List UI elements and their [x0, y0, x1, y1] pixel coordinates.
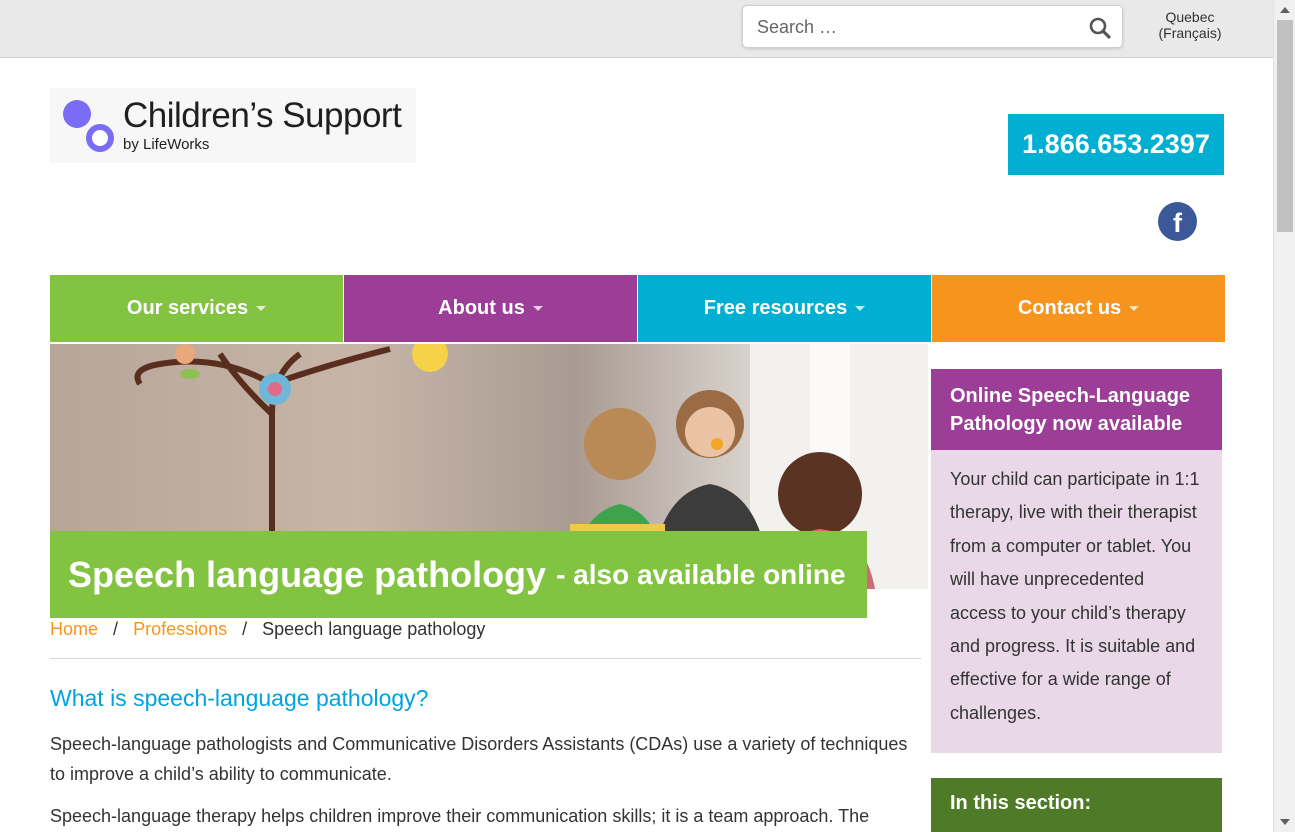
caret-down-icon: [855, 306, 866, 311]
hero-title-banner: Speech language pathology - also availab…: [50, 531, 867, 618]
nav-free-resources[interactable]: Free resources: [638, 275, 932, 342]
nav-label: Our services: [126, 297, 249, 319]
language-name: (Français): [1158, 25, 1222, 41]
scroll-up-arrow-icon[interactable]: [1280, 7, 1290, 13]
top-utility-bar: Quebec (Français): [0, 0, 1273, 58]
section-heading: What is speech-language pathology?: [50, 685, 429, 711]
facebook-icon[interactable]: f: [1158, 202, 1197, 241]
scrollbar-thumb[interactable]: [1277, 20, 1293, 232]
nav-label: About us: [438, 297, 525, 319]
logo-tagline: by LifeWorks: [123, 136, 210, 153]
breadcrumb-current: Speech language pathology: [262, 619, 486, 639]
nav-label: Free resources: [703, 297, 848, 319]
language-region: Quebec: [1165, 9, 1215, 25]
promo-body: Your child can participate in 1:1 therap…: [931, 450, 1222, 753]
caret-down-icon: [532, 306, 543, 311]
nav-label: Contact us: [1017, 297, 1122, 319]
logo-ring-icon: [86, 124, 114, 152]
breadcrumb-professions-link[interactable]: Professions: [133, 619, 227, 639]
page-title: Speech language pathology: [68, 553, 547, 595]
in-this-section-heading: In this section:: [931, 778, 1222, 832]
content-divider: [50, 658, 921, 659]
nav-contact-us[interactable]: Contact us: [932, 275, 1225, 342]
promo-title: Online Speech-Language Pathology now ava…: [931, 369, 1222, 450]
nav-our-services[interactable]: Our services: [50, 275, 344, 342]
search-icon[interactable]: [1088, 16, 1112, 40]
breadcrumb: Home / Professions / Speech language pat…: [50, 619, 485, 640]
main-navigation: Our services About us Free resources Con…: [50, 275, 1225, 342]
scroll-down-arrow-icon[interactable]: [1280, 819, 1290, 825]
nav-about-us[interactable]: About us: [344, 275, 638, 342]
breadcrumb-home-link[interactable]: Home: [50, 619, 98, 639]
page-subtitle: - also available online: [556, 558, 846, 590]
search-input[interactable]: [757, 15, 1077, 39]
logo-dot-icon: [63, 100, 91, 128]
phone-number-button[interactable]: 1.866.653.2397: [1008, 114, 1224, 175]
site-logo[interactable]: Children’s Support by LifeWorks: [50, 88, 416, 163]
search-box[interactable]: [742, 5, 1123, 48]
language-link[interactable]: Quebec (Français): [1150, 9, 1230, 41]
page-scrollbar[interactable]: [1273, 0, 1295, 832]
breadcrumb-separator: /: [113, 619, 119, 639]
body-paragraph: Speech-language therapy helps children i…: [50, 806, 870, 826]
caret-down-icon: [1129, 306, 1140, 311]
intro-paragraph: Speech-language pathologists and Communi…: [50, 734, 908, 784]
caret-down-icon: [256, 306, 267, 311]
breadcrumb-separator: /: [242, 619, 248, 639]
logo-name: Children’s Support: [123, 96, 402, 135]
